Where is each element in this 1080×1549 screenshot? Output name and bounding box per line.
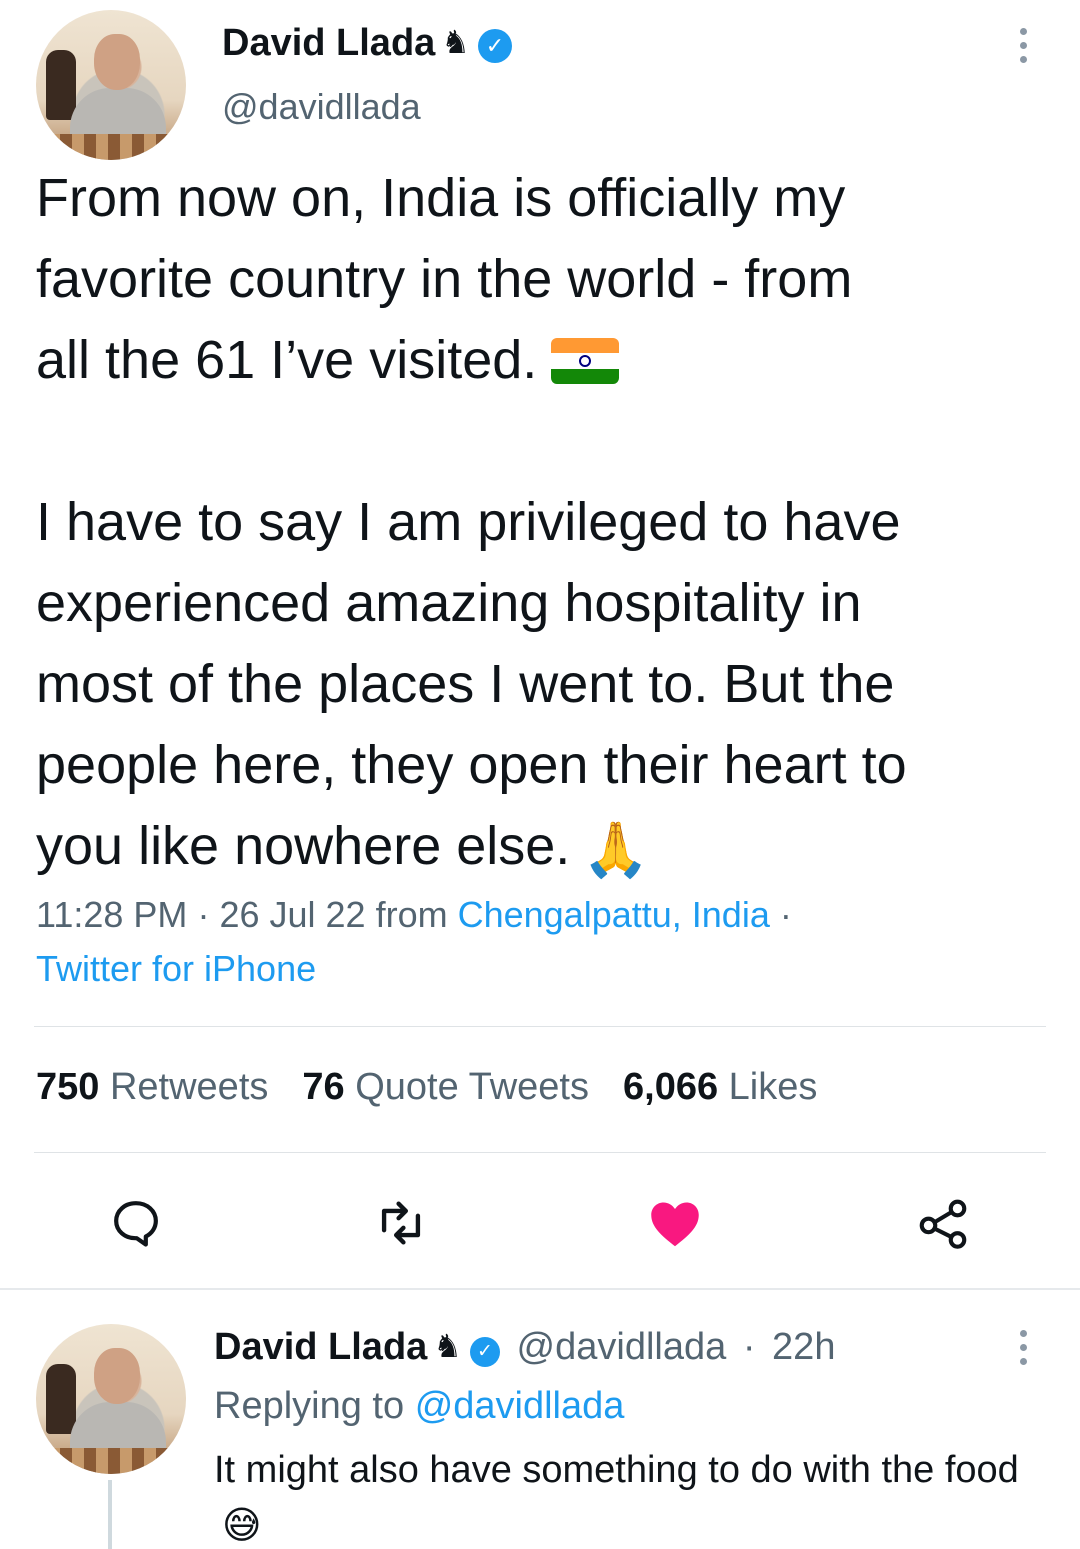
tweet-meta: 11:28 PM · 26 Jul 22 from Chengalpattu, … bbox=[36, 888, 1046, 996]
author-avatar[interactable] bbox=[36, 10, 186, 160]
reply-author-name[interactable]: David Llada bbox=[214, 1326, 427, 1368]
divider bbox=[34, 1152, 1046, 1153]
quote-tweets-stat[interactable]: 76 Quote Tweets bbox=[302, 1066, 589, 1108]
verified-badge-icon: ✓ bbox=[469, 1337, 500, 1367]
tweet-location-link[interactable]: Chengalpattu, India bbox=[458, 894, 770, 935]
tweet-text-line: you like nowhere else. bbox=[36, 816, 571, 876]
chess-knight-icon: ♞ bbox=[441, 24, 470, 60]
tweet-text-line: people here, they open their heart to bbox=[36, 735, 907, 795]
reply-icon bbox=[114, 1201, 158, 1247]
replying-handle-link[interactable]: @davidllada bbox=[415, 1385, 625, 1427]
reply-time[interactable]: 22h bbox=[772, 1326, 835, 1368]
avatar-chessboard bbox=[36, 134, 186, 160]
verified-badge-icon: ✓ bbox=[477, 29, 512, 63]
author-name-row[interactable]: David Llada ♞ ✓ bbox=[222, 22, 512, 65]
avatar-chess-piece bbox=[46, 1364, 76, 1434]
reply-author-handle[interactable]: @davidllada bbox=[517, 1326, 727, 1368]
more-options-icon[interactable] bbox=[1018, 28, 1028, 63]
avatar-chessboard bbox=[36, 1448, 186, 1474]
reply-author-avatar[interactable] bbox=[36, 1324, 186, 1474]
chess-knight-icon: ♞ bbox=[433, 1328, 462, 1364]
thread-line bbox=[108, 1480, 112, 1549]
share-button[interactable] bbox=[908, 1188, 978, 1258]
avatar-chess-piece bbox=[46, 50, 76, 120]
divider bbox=[34, 1026, 1046, 1027]
from-label: from bbox=[375, 894, 448, 935]
like-button[interactable] bbox=[640, 1188, 710, 1258]
tweet-time[interactable]: 11:28 PM bbox=[36, 894, 187, 935]
reply-text: It might also have something to do with … bbox=[214, 1442, 1054, 1549]
avatar-face bbox=[94, 34, 140, 90]
reply-text-content: It might also have something to do with … bbox=[214, 1449, 1019, 1491]
avatar-face bbox=[94, 1348, 140, 1404]
likes-stat[interactable]: 6,066 Likes bbox=[623, 1066, 817, 1108]
replying-prefix: Replying to bbox=[214, 1385, 405, 1427]
tweet-stats: 750 Retweets 76 Quote Tweets 6,066 Likes bbox=[36, 1066, 817, 1109]
folded-hands-icon: 🙏 bbox=[582, 820, 650, 880]
tweet-text-line: favorite country in the world - from bbox=[36, 249, 853, 309]
tweet-text-line: From now on, India is officially my bbox=[36, 168, 846, 228]
retweet-icon bbox=[381, 1201, 421, 1245]
meta-separator: · bbox=[197, 894, 210, 935]
reply-header: David Llada ♞ ✓ @davidllada · 22h bbox=[214, 1326, 835, 1369]
grinning-sweat-icon: 😅 bbox=[222, 1505, 262, 1547]
tweet-date[interactable]: 26 Jul 22 bbox=[219, 894, 365, 935]
tweet-text-line: I have to say I am privileged to have bbox=[36, 492, 901, 552]
section-divider bbox=[0, 1288, 1080, 1290]
tweet-text: From now on, India is officially my favo… bbox=[36, 158, 1046, 891]
heart-icon bbox=[651, 1202, 699, 1247]
meta-separator: · bbox=[742, 1326, 756, 1368]
share-icon bbox=[919, 1199, 967, 1249]
more-options-icon[interactable] bbox=[1018, 1330, 1028, 1365]
retweet-button[interactable] bbox=[366, 1188, 436, 1258]
action-bar bbox=[0, 1188, 1080, 1258]
tweet-text-line: most of the places I went to. But the bbox=[36, 654, 895, 714]
author-name[interactable]: David Llada bbox=[222, 22, 435, 64]
meta-separator: · bbox=[779, 894, 792, 935]
india-flag-icon bbox=[551, 338, 620, 384]
replying-to: Replying to @davidllada bbox=[214, 1385, 624, 1428]
tweet-text-line: all the 61 I’ve visited. bbox=[36, 330, 538, 390]
author-handle[interactable]: @davidllada bbox=[222, 86, 421, 128]
tweet-text-line: experienced amazing hospitality in bbox=[36, 573, 862, 633]
retweets-stat[interactable]: 750 Retweets bbox=[36, 1066, 268, 1108]
reply-button[interactable] bbox=[101, 1188, 171, 1258]
tweet-source-link[interactable]: Twitter for iPhone bbox=[36, 948, 316, 989]
